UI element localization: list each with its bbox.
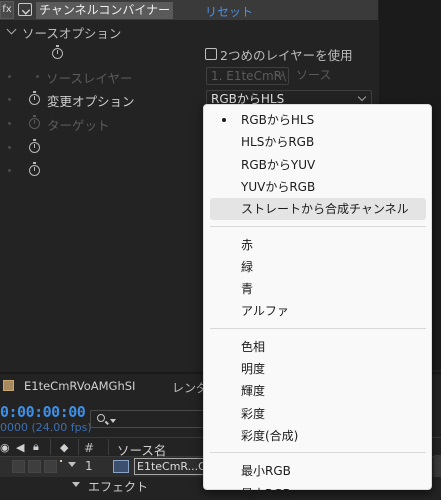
row-dot [8, 98, 11, 101]
divider [108, 439, 109, 455]
label-tag-icon[interactable]: ◆ [60, 441, 68, 454]
use-second-layer-row: 2つめのレイヤーを使用 [0, 42, 378, 65]
change-option-label: 変更オプション [47, 94, 135, 109]
selected-bullet-icon [222, 118, 226, 122]
reset-link[interactable]: リセット [205, 3, 253, 20]
menu-separator [210, 327, 426, 329]
source-layer-label: ソースレイヤー [46, 71, 133, 86]
use-second-layer-label: 2つめのレイヤーを使用 [220, 48, 353, 63]
divider [50, 439, 51, 455]
audio-toggle[interactable] [28, 460, 41, 473]
menu-item[interactable]: YUVからRGB [210, 176, 426, 198]
effect-enable-checkbox[interactable] [18, 3, 32, 16]
source-options-label: ソースオプション [22, 26, 122, 41]
menu-item[interactable]: HLSからRGB [210, 131, 426, 153]
label-color[interactable] [60, 460, 62, 462]
divider [78, 439, 79, 455]
menu-item[interactable]: 色相 [210, 336, 426, 358]
solo-toggle[interactable] [44, 460, 57, 473]
row-dot [8, 75, 11, 78]
lock-icon[interactable]: 🔒︎ [33, 440, 39, 454]
source-layer-value: 1. E1teCmR\ [211, 69, 287, 83]
menu-item[interactable]: 赤 [210, 234, 426, 256]
chevron-down-icon [110, 419, 116, 423]
source-dropdown[interactable]: ソース [292, 67, 372, 85]
stopwatch-icon[interactable] [29, 139, 40, 153]
source-options-row[interactable]: ソースオプション [0, 20, 378, 43]
menu-item[interactable]: アルファ [210, 300, 426, 322]
use-second-layer-checkbox[interactable] [205, 48, 217, 60]
menu-item[interactable]: 輝度 [210, 380, 426, 402]
stopwatch-icon[interactable] [29, 91, 40, 105]
source-layer-row: ソースレイヤー 1. E1teCmR\ ソース [0, 65, 378, 88]
composition-icon [3, 380, 14, 391]
layer-number: 1 [85, 459, 93, 473]
row-dot [8, 122, 11, 125]
panel-edge [434, 455, 441, 477]
frame-rate: 0000 (24.00 fps) [0, 421, 92, 434]
menu-item[interactable]: 彩度 [210, 403, 426, 425]
layer-name[interactable]: E1teCmR...Gh [134, 458, 214, 475]
chevron-down-icon[interactable] [72, 482, 80, 487]
chevron-down-icon [357, 92, 367, 102]
chevron-down-icon[interactable] [68, 462, 76, 467]
effect-name[interactable]: チャンネルコンバイナー [36, 2, 174, 19]
target-label: ターゲット [47, 118, 110, 133]
menu-item[interactable]: ストレートから合成チャンネル [210, 198, 426, 221]
stopwatch-icon[interactable] [29, 115, 40, 129]
menu-item[interactable]: 明度 [210, 358, 426, 380]
menu-item[interactable]: RGBからYUV [210, 154, 426, 176]
current-timecode[interactable]: 0:00:00:00 [0, 403, 86, 421]
row-dot [8, 146, 11, 149]
search-icon [97, 414, 105, 422]
eye-icon[interactable]: ◉ [0, 441, 10, 454]
stopwatch-icon[interactable] [52, 45, 63, 59]
composition-tab[interactable]: E1teCmRVoAMGhSI [24, 379, 135, 393]
layer-search-input[interactable] [90, 410, 210, 428]
stopwatch-icon[interactable] [29, 162, 40, 176]
menu-item[interactable]: 緑 [210, 256, 426, 278]
row-dot [36, 75, 39, 78]
menu-separator [210, 452, 426, 454]
source-layer-dropdown[interactable]: 1. E1teCmR\ [206, 67, 289, 85]
row-dot [8, 169, 11, 172]
fx-icon[interactable]: fx [0, 1, 14, 19]
menu-item[interactable]: 彩度(合成) [210, 425, 426, 447]
effects-group-label[interactable]: エフェクト [88, 478, 148, 495]
menu-item[interactable]: RGBからHLS [210, 109, 426, 131]
menu-separator [210, 225, 426, 227]
video-toggle[interactable] [12, 460, 25, 473]
chevron-down-icon[interactable] [6, 24, 17, 35]
footage-icon [113, 460, 129, 473]
audio-icon[interactable]: ◀ [16, 441, 24, 454]
source-value: ソース [296, 68, 332, 82]
menu-item[interactable]: 最小RGB [210, 460, 426, 482]
layer-number-column: # [84, 441, 95, 455]
menu-item[interactable]: 最大RGB [210, 483, 426, 500]
change-option-menu: RGBからHLS HLSからRGB RGBからYUV YUVからRGB ストレートから合… [203, 104, 432, 500]
effect-header: fx チャンネルコンバイナー リセット [0, 0, 378, 20]
menu-item[interactable]: 青 [210, 278, 426, 300]
